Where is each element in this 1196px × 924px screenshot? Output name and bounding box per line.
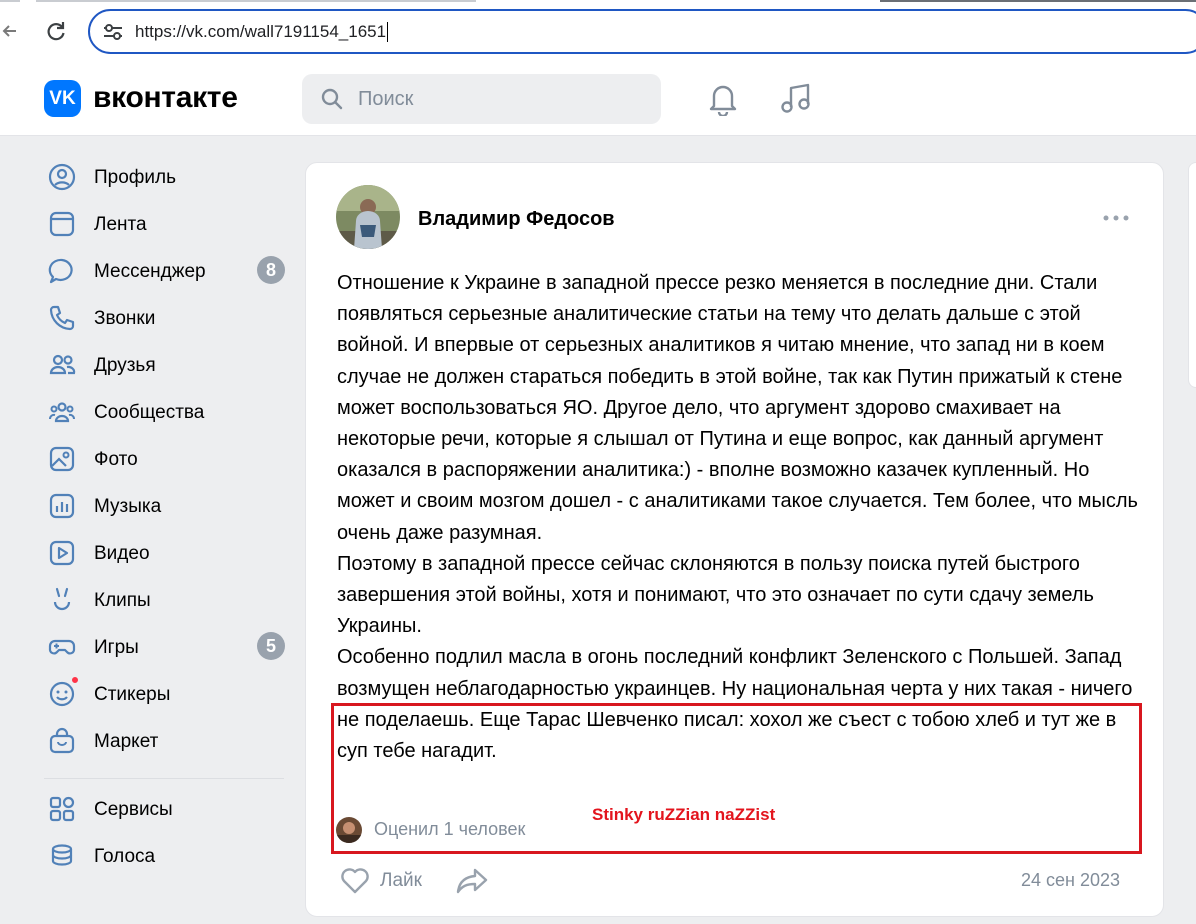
sidebar-item-label: Игры xyxy=(94,637,139,658)
search-placeholder: Поиск xyxy=(358,88,414,110)
sidebar-item-stickers[interactable]: Стикеры xyxy=(44,672,290,719)
new-indicator-dot xyxy=(70,675,80,685)
sidebar-item-label: Голоса xyxy=(94,846,156,867)
sidebar-item-profile[interactable]: Профиль xyxy=(44,155,290,202)
sidebar-item-label: Клипы xyxy=(94,590,151,611)
brand-name[interactable]: вконтакте xyxy=(93,80,238,116)
market-icon xyxy=(48,727,76,755)
post-paragraph: Поэтому в западной прессе сейчас склоняю… xyxy=(337,552,1094,638)
sidebar-item-label: Мессенджер xyxy=(94,261,206,282)
sidebar-item-label: Стикеры xyxy=(94,684,171,705)
site-settings-icon[interactable] xyxy=(102,22,124,42)
annotation-caption: Stinky ruZZian naZZist xyxy=(592,805,776,824)
friends-icon xyxy=(48,351,76,379)
games-count-badge: 5 xyxy=(257,632,285,660)
votes-icon xyxy=(48,842,76,870)
music-player-icon[interactable] xyxy=(778,80,814,116)
sidebar-item-market[interactable]: Маркет xyxy=(44,719,290,766)
vk-logo-icon[interactable]: VK xyxy=(44,80,81,117)
sidebar-item-calls[interactable]: Звонки xyxy=(44,296,290,343)
unread-count-badge: 8 xyxy=(257,256,285,284)
back-arrow-icon[interactable] xyxy=(0,17,22,45)
sidebar-item-label: Фото xyxy=(94,449,138,470)
services-icon xyxy=(48,795,76,823)
url-text: https://vk.com/wall7191154_1651 xyxy=(135,22,389,42)
tab-strip-edge xyxy=(880,0,1196,2)
share-icon[interactable] xyxy=(455,866,489,896)
sidebar-item-votes[interactable]: Голоса xyxy=(44,834,290,881)
sidebar-item-label: Видео xyxy=(94,543,150,564)
sidebar-item-label: Музыка xyxy=(94,496,162,517)
author-avatar[interactable] xyxy=(336,185,400,249)
liker-avatar[interactable] xyxy=(336,817,362,843)
search-icon xyxy=(320,87,344,111)
search-input[interactable]: Поиск xyxy=(302,74,661,124)
like-label: Лайк xyxy=(380,870,422,891)
feed-icon xyxy=(48,210,76,238)
reload-icon[interactable] xyxy=(42,17,70,45)
sidebar-item-services[interactable]: Сервисы xyxy=(44,787,290,834)
notifications-bell-icon[interactable] xyxy=(706,80,740,118)
tab-strip-edge xyxy=(36,0,476,2)
sidebar-item-clips[interactable]: Клипы xyxy=(44,578,290,625)
sidebar-divider xyxy=(44,778,284,779)
clips-icon xyxy=(48,586,76,614)
sidebar-item-communities[interactable]: Сообщества xyxy=(44,390,290,437)
games-icon xyxy=(48,633,76,661)
sidebar-item-label: Друзья xyxy=(94,355,156,376)
tab-strip-edge xyxy=(0,0,20,2)
post-date[interactable]: 24 сен 2023 xyxy=(1021,869,1120,891)
sidebar-item-label: Сообщества xyxy=(94,402,205,423)
sidebar-item-label: Сервисы xyxy=(94,799,173,820)
sidebar-item-label: Лента xyxy=(94,214,147,235)
post-paragraph: Отношение к Украине в западной прессе ре… xyxy=(337,272,1138,544)
more-options-icon[interactable] xyxy=(1101,207,1131,229)
video-icon xyxy=(48,539,76,567)
left-sidebar: Профиль Лента Мессенджер 8 Звонки Друзья… xyxy=(44,155,290,881)
sidebar-item-messenger[interactable]: Мессенджер 8 xyxy=(44,249,290,296)
liked-by-text[interactable]: Оценил 1 человек xyxy=(374,818,525,840)
communities-icon xyxy=(48,398,76,426)
sidebar-item-label: Маркет xyxy=(94,731,159,752)
sidebar-item-video[interactable]: Видео xyxy=(44,531,290,578)
sidebar-item-music[interactable]: Музыка xyxy=(44,484,290,531)
profile-icon xyxy=(48,163,76,191)
phone-icon xyxy=(48,304,76,332)
address-bar[interactable]: https://vk.com/wall7191154_1651 xyxy=(88,9,1196,54)
right-panel-edge xyxy=(1188,162,1196,388)
site-header: VK вконтакте Поиск xyxy=(0,62,1196,136)
sidebar-item-label: Профиль xyxy=(94,167,177,188)
author-name[interactable]: Владимир Федосов xyxy=(418,207,615,231)
sidebar-item-games[interactable]: Игры 5 xyxy=(44,625,290,672)
sidebar-item-photo[interactable]: Фото xyxy=(44,437,290,484)
post-body: Отношение к Украине в западной прессе ре… xyxy=(337,268,1147,767)
music-icon xyxy=(48,492,76,520)
sidebar-item-label: Звонки xyxy=(94,308,156,329)
messenger-icon xyxy=(48,257,76,285)
sidebar-item-friends[interactable]: Друзья xyxy=(44,343,290,390)
photo-icon xyxy=(48,445,76,473)
like-button[interactable]: Лайк xyxy=(339,865,439,897)
browser-toolbar: https://vk.com/wall7191154_1651 xyxy=(0,0,1196,62)
heart-icon xyxy=(339,867,371,895)
sidebar-item-feed[interactable]: Лента xyxy=(44,202,290,249)
